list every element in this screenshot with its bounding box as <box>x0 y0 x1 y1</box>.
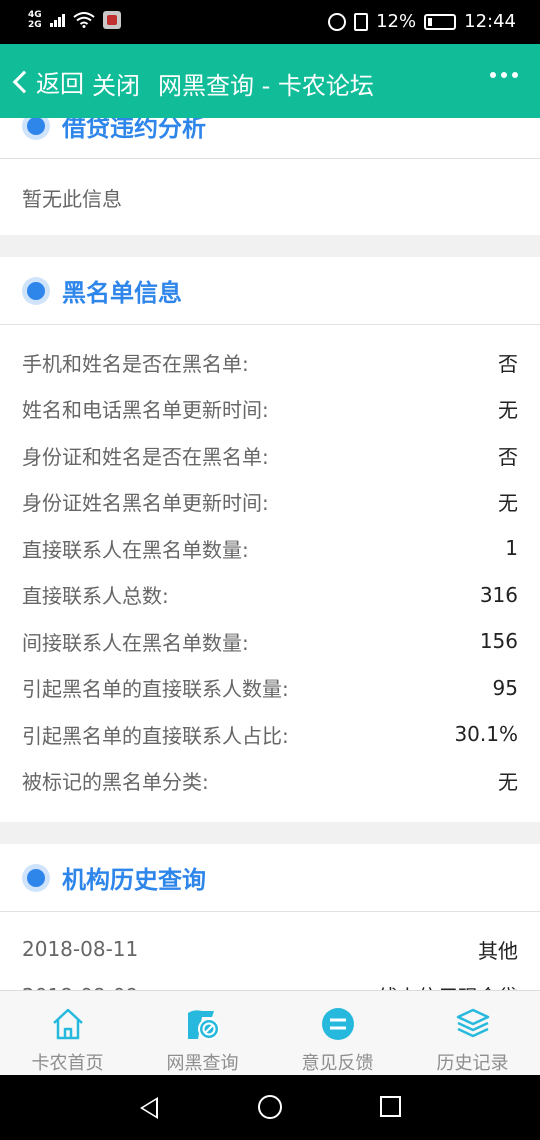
section-divider <box>0 235 540 257</box>
row-value: 95 <box>492 675 518 700</box>
close-button[interactable]: 关闭 <box>92 66 140 101</box>
alarm-icon <box>328 12 347 31</box>
row-label: 被标记的黑名单分类: <box>22 770 209 795</box>
row-value: 否 <box>498 351 518 376</box>
row-label: 间接联系人在黑名单数量: <box>22 630 249 655</box>
section-header-blacklist: 黑名单信息 <box>0 257 540 325</box>
bullet-icon <box>22 118 50 140</box>
chevron-left-icon <box>12 70 36 93</box>
section-divider <box>0 822 540 844</box>
tab-label: 网黑查询 <box>166 1053 239 1074</box>
history-layers-icon <box>456 1008 489 1038</box>
blacklist-search-icon <box>187 1010 220 1040</box>
section-title-history: 机构历史查询 <box>62 866 206 894</box>
row-label: 姓名和电话黑名单更新时间: <box>22 398 269 423</box>
system-nav-bar <box>0 1075 540 1140</box>
row-label: 直接联系人在黑名单数量: <box>22 537 249 562</box>
network-type: 4G 2G <box>28 10 42 30</box>
list-item: 手机和姓名是否在黑名单: 否 <box>0 339 540 386</box>
nav-recents-icon[interactable] <box>380 1096 401 1117</box>
status-right: 12% 12:44 <box>328 11 516 32</box>
back-button[interactable]: 返回 <box>10 64 84 99</box>
app-notification-icon <box>102 11 121 29</box>
tab-label: 卡农首页 <box>31 1053 104 1074</box>
row-value: 30.1% <box>454 722 518 747</box>
tab-feedback[interactable]: 意见反馈 <box>270 991 405 1075</box>
network-label-4g: 4G <box>28 10 42 20</box>
list-item: 身份证姓名黑名单更新时间: 无 <box>0 479 540 526</box>
row-value: 无 <box>498 398 518 423</box>
row-value: 1 <box>505 536 518 561</box>
section-title-credit: 借贷违约分析 <box>62 118 206 142</box>
nav-back-icon[interactable] <box>140 1097 158 1119</box>
row-label: 直接联系人总数: <box>22 584 169 609</box>
battery-percent: 12% <box>376 11 417 32</box>
feedback-icon <box>321 1008 354 1040</box>
status-bar: 4G 2G 12% 12:44 <box>0 0 540 44</box>
row-value: 其他 <box>478 938 518 963</box>
row-label: 手机和姓名是否在黑名单: <box>22 351 249 376</box>
row-label: 引起黑名单的直接联系人数量: <box>22 677 289 702</box>
tab-history[interactable]: 历史记录 <box>405 991 540 1075</box>
clock: 12:44 <box>464 11 516 32</box>
home-icon <box>52 1008 83 1040</box>
more-options-icon[interactable] <box>490 72 518 78</box>
list-item: 直接联系人总数: 316 <box>0 572 540 619</box>
main-content[interactable]: 借贷违约分析 暂无此信息 黑名单信息 手机和姓名是否在黑名单: 否 姓名和电话黑名… <box>0 118 540 990</box>
nav-home-icon[interactable] <box>258 1095 282 1119</box>
list-item: 直接联系人在黑名单数量: 1 <box>0 525 540 572</box>
row-value: 无 <box>498 770 518 795</box>
bullet-icon <box>22 276 50 305</box>
list-item: 身份证和姓名是否在黑名单: 否 <box>0 432 540 479</box>
bullet-icon <box>22 863 50 892</box>
empty-info-text: 暂无此信息 <box>22 186 122 211</box>
row-value: 156 <box>479 629 518 654</box>
blacklist-list: 手机和姓名是否在黑名单: 否 姓名和电话黑名单更新时间: 无 身份证和姓名是否在黑名… <box>0 325 540 822</box>
row-label: 引起黑名单的直接联系人占比: <box>22 723 289 748</box>
list-item: 引起黑名单的直接联系人数量: 95 <box>0 665 540 712</box>
list-item: 2018-08-09线上信用现金贷 <box>0 973 540 990</box>
row-value: 316 <box>479 582 518 607</box>
tab-label: 历史记录 <box>436 1053 509 1074</box>
history-list: 2018-08-11 其他 2018-08-09线上信用现金贷 <box>0 912 540 990</box>
row-value: 否 <box>498 444 518 469</box>
wifi-icon <box>73 12 95 28</box>
section-title-blacklist: 黑名单信息 <box>62 279 182 307</box>
list-item: 姓名和电话黑名单更新时间: 无 <box>0 386 540 433</box>
row-label: 身份证和姓名是否在黑名单: <box>22 444 269 469</box>
tab-label: 意见反馈 <box>301 1053 374 1074</box>
row-label: 身份证姓名黑名单更新时间: <box>22 491 269 516</box>
vibrate-icon <box>354 12 369 31</box>
back-label: 返回 <box>36 70 84 98</box>
list-item: 引起黑名单的直接联系人占比: 30.1% <box>0 711 540 758</box>
app-header: 返回 关闭 网黑查询 - 卡农论坛 <box>0 44 540 118</box>
network-label-2g: 2G <box>28 20 42 30</box>
bottom-tab-bar: 卡农首页 网黑查询 意见反馈 历史记录 <box>0 990 540 1075</box>
signal-icon <box>49 13 65 27</box>
status-left: 4G 2G <box>28 10 121 30</box>
tab-blacklist-search[interactable]: 网黑查询 <box>135 991 270 1075</box>
page-title: 网黑查询 - 卡农论坛 <box>158 72 374 100</box>
list-item: 被标记的黑名单分类: 无 <box>0 758 540 805</box>
row-label: 2018-08-11 <box>22 937 139 962</box>
row-value: 线上信用现金贷 <box>378 981 518 990</box>
battery-icon <box>424 13 457 30</box>
section-header-history: 机构历史查询 <box>0 844 540 912</box>
list-item: 间接联系人在黑名单数量: 156 <box>0 618 540 665</box>
tab-home[interactable]: 卡农首页 <box>0 991 135 1075</box>
list-item: 2018-08-11 其他 <box>0 926 540 973</box>
section-header-credit: 借贷违约分析 <box>0 118 540 159</box>
row-value: 无 <box>498 491 518 516</box>
